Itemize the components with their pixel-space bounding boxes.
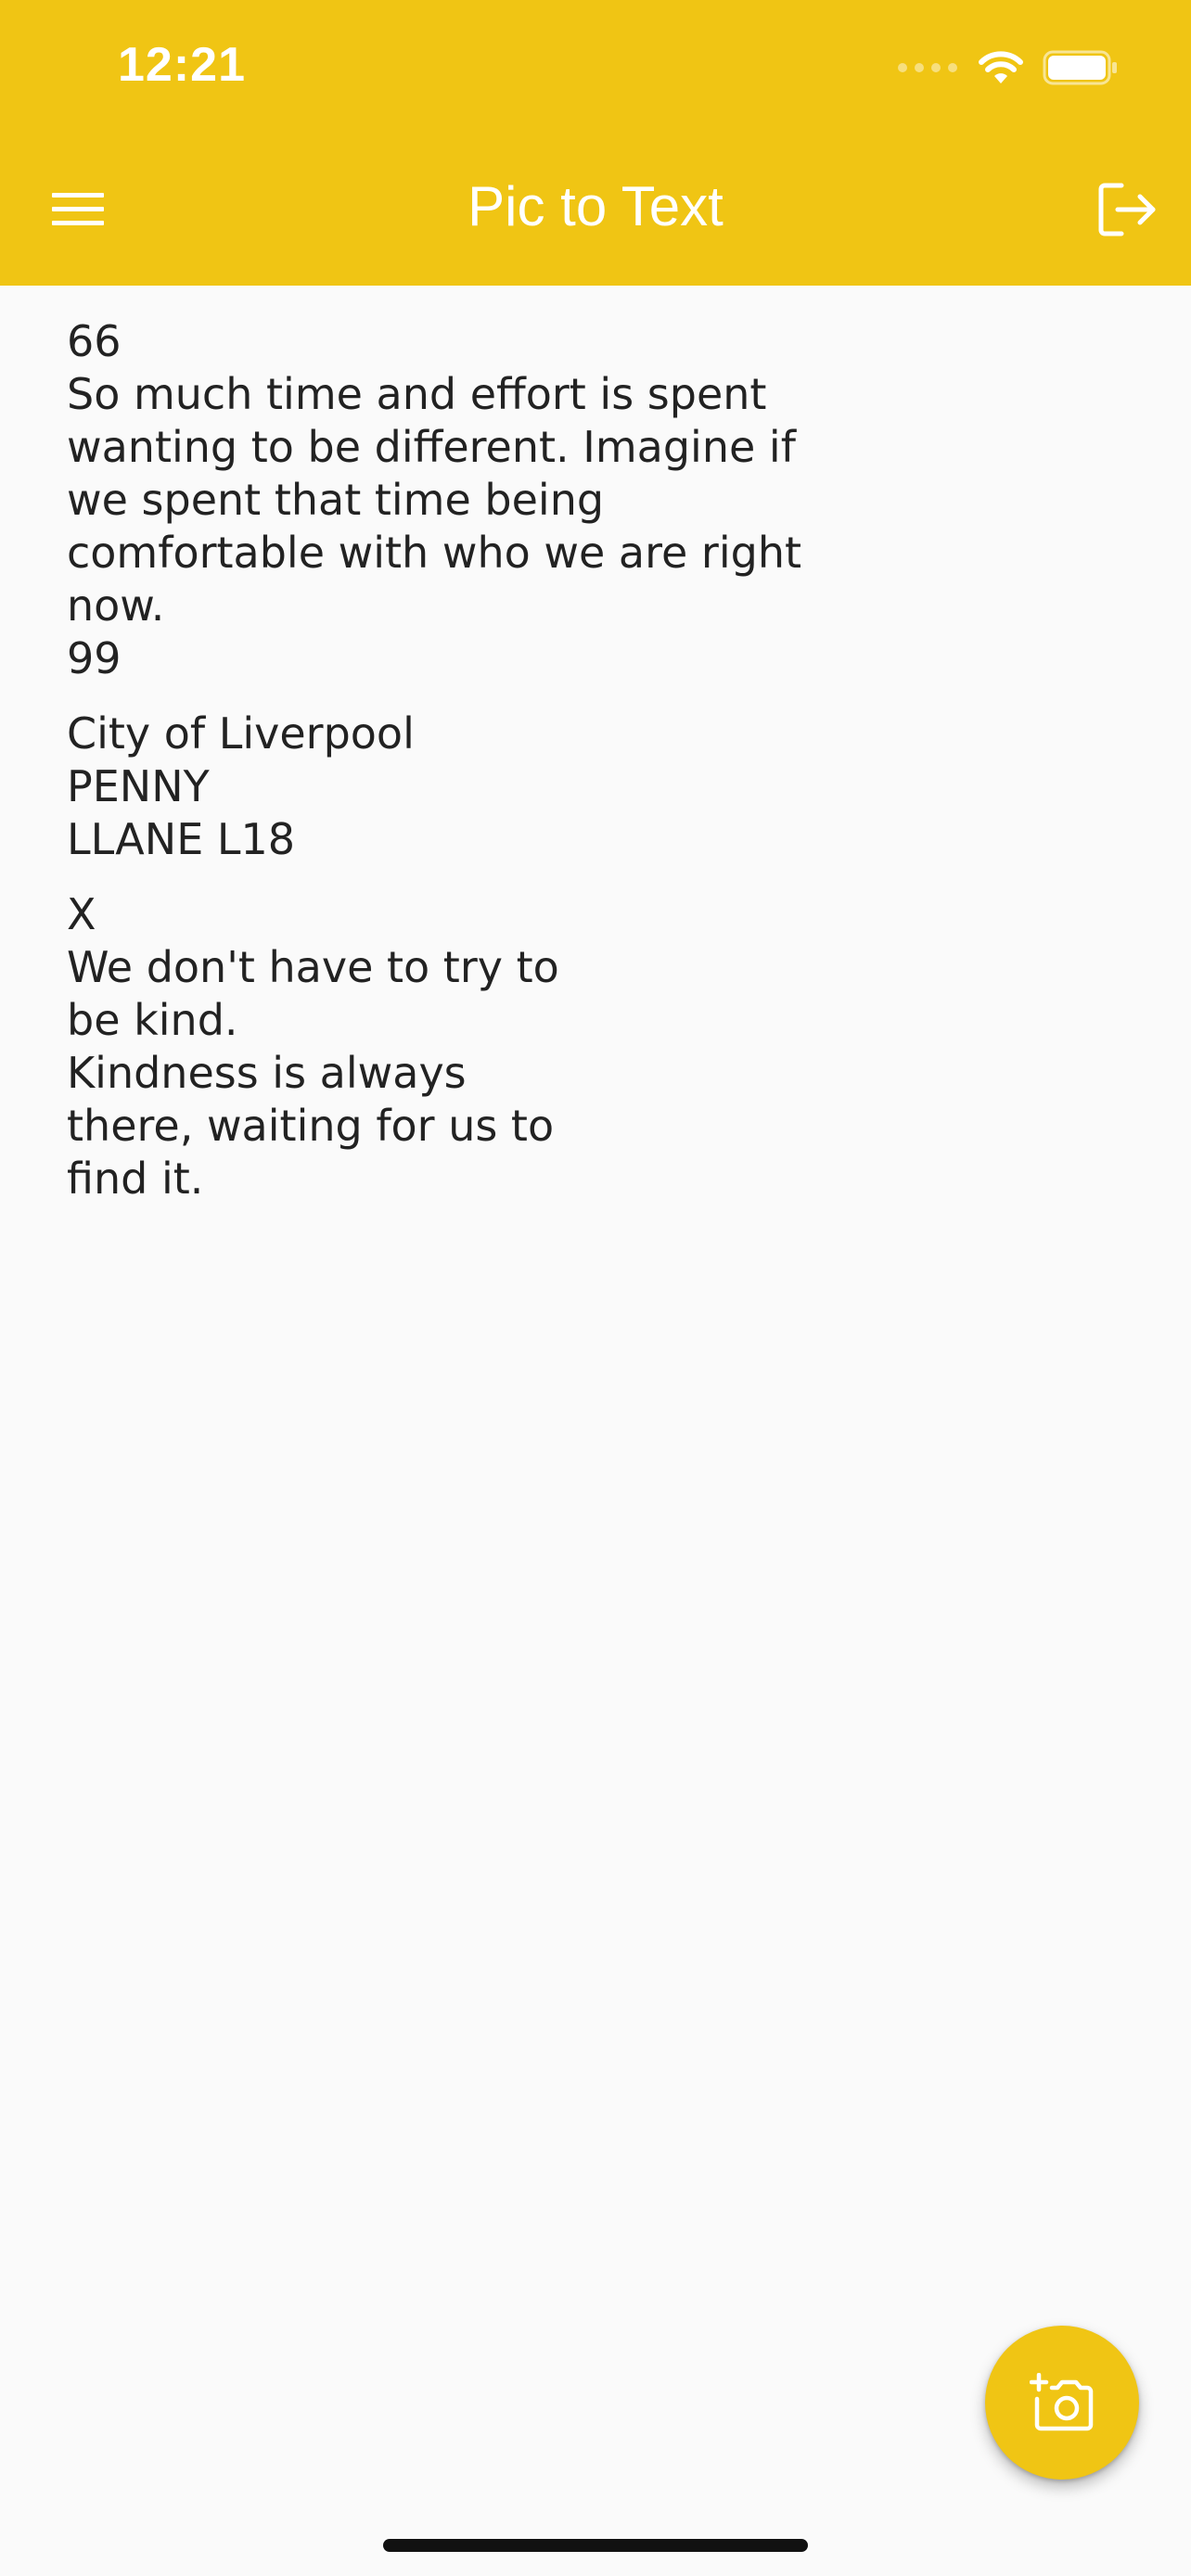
- cellular-signal-icon: [898, 63, 957, 72]
- text-block-quote: 66 So much time and effort is spent want…: [67, 316, 802, 683]
- text-block-address: City of Liverpool PENNY LLANE L18: [67, 708, 415, 864]
- logout-icon[interactable]: [1087, 172, 1169, 247]
- add-photo-camera-icon: [1030, 2373, 1094, 2431]
- screen: 12:21 Pic to Text 66 So much time and ef…: [0, 0, 1191, 2576]
- app-title: Pic to Text: [467, 175, 724, 237]
- home-indicator[interactable]: [383, 2539, 808, 2552]
- wifi-icon: [979, 51, 1023, 83]
- battery-icon: [1043, 50, 1117, 85]
- app-header: 12:21 Pic to Text: [0, 0, 1191, 286]
- status-icons: [898, 46, 1119, 89]
- text-block-kindness: X We don't have to try to be kind. Kindn…: [67, 889, 559, 1204]
- status-time: 12:21: [118, 38, 246, 92]
- add-photo-button[interactable]: [985, 2326, 1139, 2480]
- logout-glyph: [1098, 183, 1156, 236]
- recognized-text: 66 So much time and effort is spent want…: [67, 315, 1133, 1228]
